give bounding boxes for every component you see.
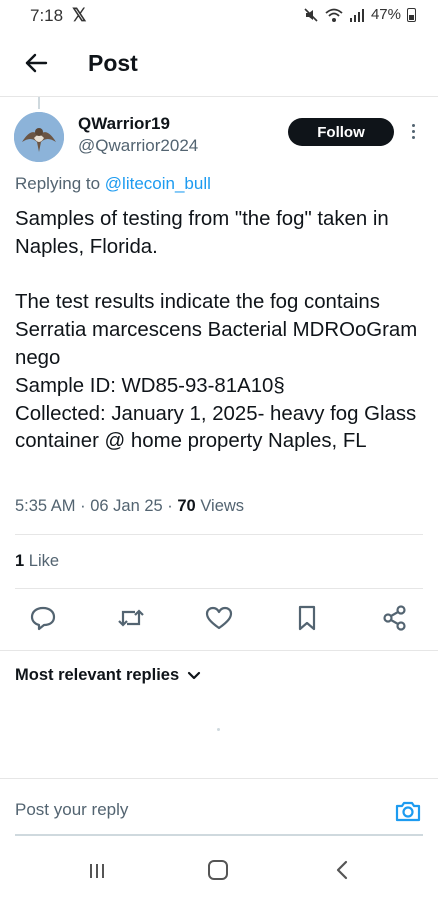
divider [15,534,423,535]
repost-icon[interactable] [116,603,146,633]
post-meta: 5:35 AM · 06 Jan 25 · 70 Views [15,497,245,515]
reply-input[interactable]: Post your reply [15,800,128,820]
more-options-icon[interactable] [406,118,420,144]
divider [0,778,438,779]
battery-icon [407,7,416,22]
bookmark-icon[interactable] [292,603,322,633]
post-date: 06 Jan 25 [90,497,163,515]
avatar[interactable] [14,112,64,162]
replies-sort-label: Most relevant replies [15,666,180,684]
like-icon[interactable] [204,603,234,633]
replies-sort-dropdown[interactable]: Most relevant replies [15,666,201,685]
views-label: Views [200,497,245,515]
share-icon[interactable] [380,603,410,633]
nav-back-icon[interactable] [334,860,350,880]
replying-prefix: Replying to [15,174,105,193]
status-bar: 7:18 𝕏 47% [0,0,438,34]
author-name[interactable]: QWarrior19 [78,114,170,134]
header-divider [0,96,438,97]
back-arrow-icon[interactable] [22,48,52,78]
likes-count: 1 [15,552,25,570]
battery-level: 47% [370,6,401,23]
page-title: Post [88,50,138,76]
recent-apps-icon[interactable] [88,862,106,880]
divider [0,650,438,651]
likes-label: Like [28,552,60,570]
chevron-down-icon [188,671,201,679]
post-time: 5:35 AM [15,497,76,515]
mute-icon [304,7,318,22]
signal-icon [349,8,364,22]
thread-connector [38,97,40,109]
replying-to-link[interactable]: @litecoin_bull [105,174,211,193]
follow-button[interactable]: Follow [288,118,394,146]
wifi-icon [325,8,343,22]
status-time: 7:18 [30,6,64,25]
camera-icon[interactable] [394,797,422,825]
divider [15,588,423,589]
post-text: Samples of testing from "the fog" taken … [15,208,418,453]
reply-icon[interactable] [28,603,58,633]
x-logo-icon: 𝕏 [72,5,87,25]
status-icons: 47% [303,6,416,23]
replying-to: Replying to @litecoin_bull [15,174,211,194]
hawk-avatar-image [14,112,64,162]
author-handle[interactable]: @Qwarrior2024 [78,136,198,156]
views-count: 70 [177,497,196,515]
reply-underline [15,834,423,836]
likes-link[interactable]: 1 Like [15,552,59,571]
loading-indicator [217,728,220,731]
home-icon[interactable] [208,860,228,880]
